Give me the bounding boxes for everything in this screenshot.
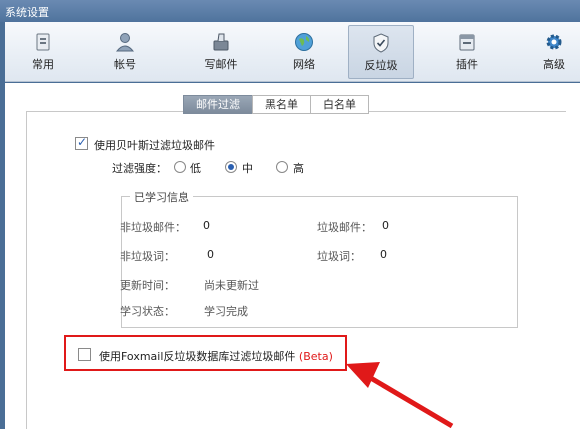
strength-high-label: 高 (293, 162, 304, 175)
filter-tabs: 邮件过滤 黑名单 白名单 (183, 95, 369, 114)
toolbar-compose[interactable]: 写邮件 (188, 25, 254, 79)
bayes-label: 使用贝叶斯过滤垃圾邮件 (94, 139, 215, 152)
spam-word-value: 0 (380, 248, 387, 261)
spam-mail-label: 垃圾邮件： (317, 221, 372, 234)
tab-whitelist[interactable]: 白名单 (310, 95, 369, 114)
antispam-icon (373, 33, 389, 53)
toolbar-plugin[interactable]: 插件 (434, 25, 500, 79)
filter-strength-label: 过滤强度： (112, 162, 167, 175)
toolbar-label: 高级 (543, 58, 565, 71)
toolbar-label: 写邮件 (204, 58, 238, 71)
learned-info-title: 已学习信息 (130, 189, 193, 205)
toolbar-network[interactable]: 网络 (271, 25, 337, 79)
toolbar-account[interactable]: 帐号 (92, 25, 158, 79)
settings-content: 邮件过滤 黑名单 白名单 使用贝叶斯过滤垃圾邮件 过滤强度： 低 中 高 已学习… (5, 83, 580, 429)
learn-status-label: 学习状态： (120, 305, 175, 318)
toolbar-label: 网络 (293, 58, 315, 71)
strength-high-radio[interactable] (276, 161, 288, 173)
toolbar-label: 插件 (456, 58, 478, 71)
update-time-label: 更新时间： (120, 279, 175, 292)
non-spam-mail-label: 非垃圾邮件： (120, 221, 186, 234)
pointer-arrow (346, 362, 454, 429)
plugin-icon (459, 34, 475, 51)
non-spam-word-label: 非垃圾词： (120, 250, 175, 263)
foxmail-db-checkbox[interactable] (78, 348, 91, 361)
window-title: 系统设置 (0, 0, 580, 22)
toolbar-label: 反垃圾 (364, 59, 398, 72)
strength-medium-label: 中 (242, 162, 253, 175)
strength-low-radio[interactable] (174, 161, 186, 173)
toolbar-label: 帐号 (114, 58, 136, 71)
foxmail-db-label: 使用Foxmail反垃圾数据库过滤垃圾邮件 (Beta) (99, 348, 333, 364)
toolbar-general[interactable]: 常用 (10, 25, 76, 79)
general-icon (36, 33, 50, 51)
advanced-icon (546, 34, 562, 50)
non-spam-mail-value: 0 (203, 219, 210, 232)
foxmail-db-text: 使用Foxmail反垃圾数据库过滤垃圾邮件 (99, 350, 296, 363)
network-icon (295, 33, 313, 51)
strength-medium-radio[interactable] (225, 161, 237, 173)
toolbar-label: 常用 (32, 58, 54, 71)
update-time-value: 尚未更新过 (204, 279, 259, 292)
beta-badge: (Beta) (298, 350, 333, 363)
spam-mail-value: 0 (382, 219, 389, 232)
compose-icon (213, 33, 229, 51)
bayes-checkbox[interactable] (75, 135, 88, 150)
settings-toolbar: 常用 帐号 写邮件 网络 反垃圾 插件 高级 (5, 22, 580, 82)
tab-mail-filter[interactable]: 邮件过滤 (183, 95, 253, 114)
toolbar-antispam[interactable]: 反垃圾 (348, 25, 414, 79)
account-icon (115, 33, 135, 52)
settings-window: 系统设置 常用 帐号 写邮件 网络 反垃圾 插件 高级 邮件过滤 黑名单 白名单… (0, 0, 580, 429)
spam-word-label: 垃圾词： (317, 250, 361, 263)
learn-status-value: 学习完成 (204, 305, 248, 318)
toolbar-advanced[interactable]: 高级 (521, 25, 580, 79)
non-spam-word-value: 0 (207, 248, 214, 261)
tab-blacklist[interactable]: 黑名单 (252, 95, 311, 114)
strength-low-label: 低 (190, 162, 201, 175)
